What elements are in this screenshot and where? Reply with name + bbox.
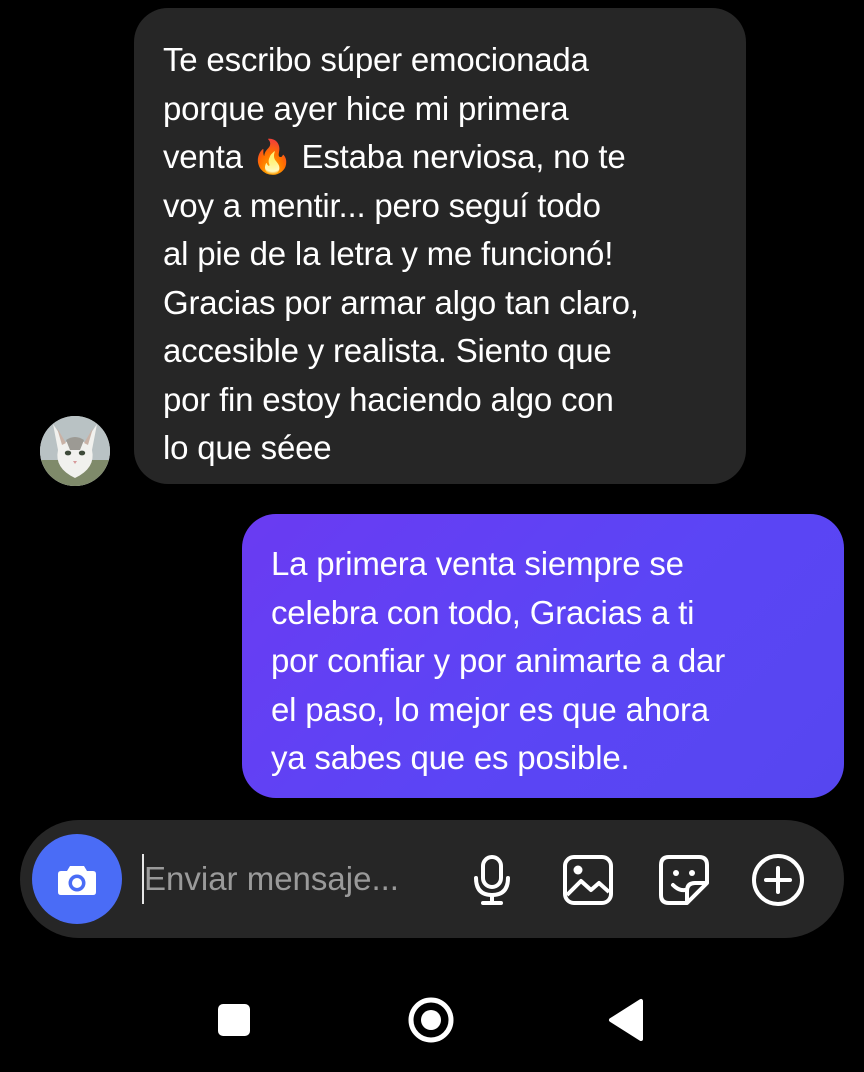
microphone-button[interactable]: [462, 850, 522, 910]
system-navigation-bar: [0, 990, 864, 1050]
recents-square-icon: [218, 1004, 250, 1036]
sticker-button[interactable]: [654, 850, 714, 910]
received-message-bubble[interactable]: Te escribo súper emocionada porque ayer …: [134, 8, 746, 484]
home-button[interactable]: [401, 990, 461, 1050]
contact-avatar[interactable]: [40, 416, 110, 486]
cat-avatar-icon: [40, 416, 110, 486]
gallery-button[interactable]: [558, 850, 618, 910]
back-button[interactable]: [596, 990, 656, 1050]
more-options-button[interactable]: [748, 850, 808, 910]
microphone-icon: [474, 855, 510, 905]
home-circle-icon: [408, 997, 454, 1043]
image-icon: [563, 855, 613, 905]
sent-message-bubble[interactable]: La primera venta siempre se celebra con …: [242, 514, 844, 798]
plus-circle-icon: [752, 854, 804, 906]
camera-icon: [58, 866, 96, 895]
recents-button[interactable]: [204, 990, 264, 1050]
camera-button[interactable]: [32, 834, 122, 924]
sticker-icon: [659, 855, 709, 905]
message-input[interactable]: [144, 850, 444, 908]
back-triangle-icon: [609, 999, 643, 1041]
message-composer: [20, 820, 844, 938]
